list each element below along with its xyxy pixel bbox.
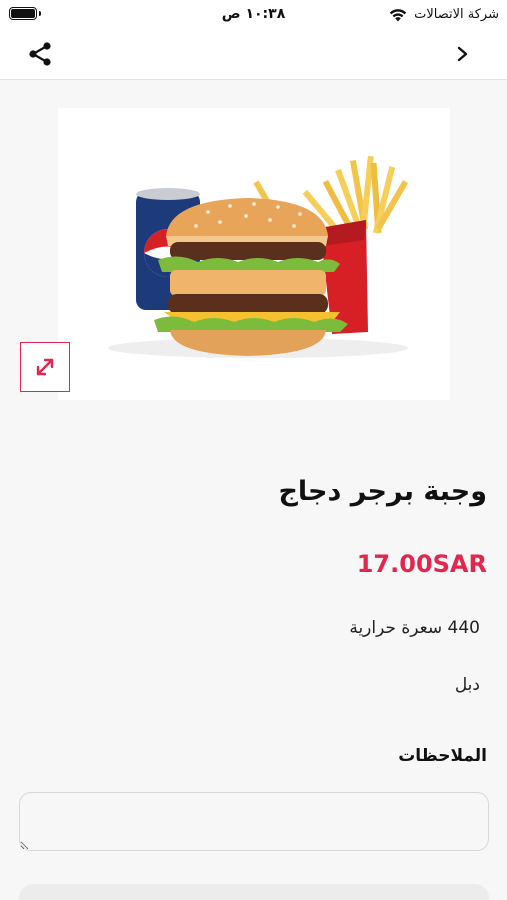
- wifi-icon: [389, 8, 407, 21]
- share-button[interactable]: [24, 38, 56, 70]
- notes-label: الملاحظات: [398, 746, 487, 766]
- share-icon: [29, 42, 51, 66]
- back-button[interactable]: [447, 38, 479, 70]
- bottom-section: [19, 884, 489, 900]
- chevron-right-icon: [457, 46, 468, 62]
- burger-illustration: [154, 198, 348, 356]
- status-bar: ١٠:٣٨ ص شركة الاتصالات: [0, 0, 507, 28]
- product-price: 17.00SAR: [187, 550, 487, 578]
- notes-input[interactable]: [19, 792, 489, 851]
- price-value: 17.00SAR: [356, 550, 487, 578]
- carrier-name: شركة الاتصالات: [414, 6, 499, 22]
- expand-icon: [36, 358, 54, 376]
- product-image: [58, 108, 450, 400]
- calories-info: 440 سعرة حرارية: [349, 618, 480, 638]
- product-title: وجبة برجر دجاج: [278, 476, 487, 507]
- product-details-screen: ١٠:٣٨ ص شركة الاتصالات وجبة برجر دجاج 17…: [0, 0, 507, 900]
- variant-label: دبل: [454, 675, 480, 695]
- expand-image-button[interactable]: [20, 342, 70, 392]
- navigation-bar: [0, 28, 507, 80]
- burger-meal-image: [58, 108, 450, 400]
